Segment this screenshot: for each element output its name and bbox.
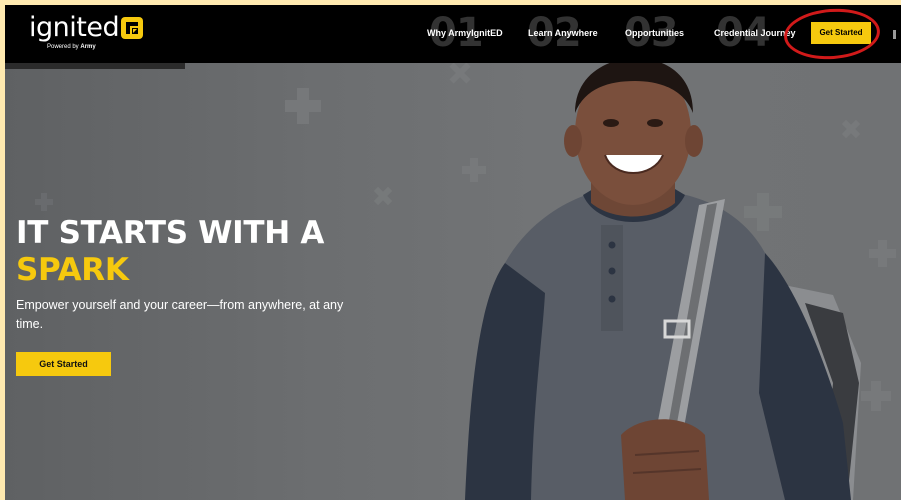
nav-underline-strip [5,63,185,69]
hero-title: IT STARTS WITH A [16,215,325,251]
logo-wordmark: ignited [29,12,120,43]
hero-accent-spark: SPARK [16,252,129,288]
scroll-edge-mark [893,30,896,39]
ignited-logo[interactable]: ignited Powered by Army [29,13,159,55]
smiling-man-with-backpack-image [465,63,861,500]
logo-tagline-strong: Army [80,44,96,50]
logo-tagline-prefix: Powered by [47,44,79,50]
nav-link-opportunities[interactable]: Opportunities [625,27,684,39]
hero-get-started-button[interactable]: Get Started [16,352,111,376]
hero-subtitle: Empower yourself and your career—from an… [16,298,344,331]
browser-viewport: ignited Powered by Army 01 02 03 04 Why … [5,5,901,500]
top-navigation-bar: ignited Powered by Army 01 02 03 04 Why … [5,5,901,63]
nav-link-why-armyignited[interactable]: Why ArmyIgnitED [427,27,503,39]
ignited-badge-icon [121,17,143,39]
hero-section: IT STARTS WITH A SPARK Empower yourself … [5,63,901,500]
logo-tagline: Powered by Army [47,43,96,51]
red-annotation-circle [782,5,882,63]
nav-link-learn-anywhere[interactable]: Learn Anywhere [528,27,598,39]
